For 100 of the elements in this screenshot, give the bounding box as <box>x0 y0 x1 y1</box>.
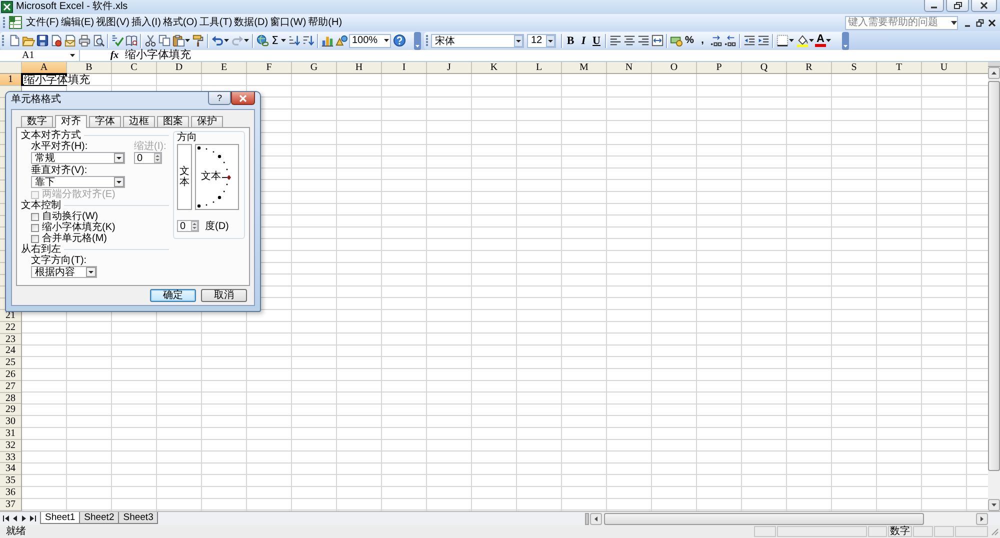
paint-roller-icon[interactable] <box>192 34 204 47</box>
column-header[interactable]: B <box>67 62 112 73</box>
help-button[interactable]: ? <box>208 92 231 105</box>
row-header[interactable]: 28 <box>0 392 21 404</box>
column-header[interactable]: R <box>787 62 832 73</box>
degrees-spinner[interactable]: 0 <box>177 220 199 232</box>
toolbar-grip[interactable] <box>2 34 5 48</box>
sort-descending-icon[interactable] <box>302 34 314 47</box>
merge-center-icon[interactable] <box>650 34 664 47</box>
row-header[interactable]: 24 <box>0 345 21 358</box>
minimize-button[interactable] <box>924 0 944 12</box>
dialog-tab[interactable]: 保护 <box>191 116 223 127</box>
font-name-field[interactable]: 宋体 <box>431 34 524 48</box>
close-button[interactable] <box>971 0 997 12</box>
scroll-left-icon[interactable] <box>590 512 602 524</box>
insert-function-button[interactable]: fx <box>108 50 121 61</box>
row-header[interactable]: 32 <box>0 440 21 452</box>
column-header[interactable]: C <box>112 62 157 73</box>
print-preview-icon[interactable] <box>92 34 104 47</box>
paint-bucket-icon[interactable] <box>796 34 808 47</box>
column-header[interactable]: F <box>247 62 292 73</box>
vertical-text-button[interactable]: 文本 <box>177 144 192 210</box>
menu-item[interactable]: 工具(T) <box>198 15 234 30</box>
menu-item[interactable]: 文件(F) <box>25 15 60 30</box>
dialog-tab[interactable]: 图案 <box>157 116 189 127</box>
next-icon[interactable] <box>20 514 28 523</box>
restore-icon[interactable] <box>976 18 984 26</box>
horizontal-scrollbar[interactable] <box>590 512 988 524</box>
column-header[interactable]: J <box>427 62 472 73</box>
row-header[interactable]: 31 <box>0 428 21 440</box>
column-header[interactable]: U <box>922 62 967 73</box>
undo-icon[interactable] <box>210 34 224 47</box>
email-icon[interactable] <box>64 34 76 47</box>
scroll-right-icon[interactable] <box>976 512 988 524</box>
decimal-decrease-icon[interactable] <box>724 34 736 47</box>
caret-icon[interactable] <box>185 39 190 42</box>
globe-link-icon[interactable] <box>256 34 268 47</box>
close-button[interactable] <box>231 92 255 105</box>
sheet-tab[interactable]: Sheet2 <box>79 512 120 524</box>
scroll-up-icon[interactable] <box>988 67 1000 79</box>
save-icon[interactable] <box>36 34 48 47</box>
dialog-tab[interactable]: 对齐 <box>55 115 87 128</box>
column-header[interactable]: T <box>877 62 922 73</box>
checkbox[interactable] <box>31 212 39 220</box>
row-header[interactable]: 22 <box>0 322 21 334</box>
caret-icon[interactable] <box>70 54 75 57</box>
spell-check-icon[interactable] <box>110 34 124 47</box>
row-header[interactable]: 26 <box>0 368 21 381</box>
column-header[interactable]: N <box>607 62 652 73</box>
column-header[interactable]: I <box>382 62 427 73</box>
increase-indent-icon[interactable] <box>756 34 770 47</box>
column-header[interactable]: O <box>652 62 697 73</box>
align-left-icon[interactable] <box>608 34 622 47</box>
print-icon[interactable] <box>78 34 90 47</box>
tab-split-handle[interactable] <box>585 512 589 524</box>
underline-button[interactable]: U <box>590 34 603 48</box>
row-header[interactable]: 23 <box>0 334 21 346</box>
dialog-tab[interactable]: 字体 <box>89 116 121 127</box>
bold-button[interactable]: B <box>564 34 577 48</box>
row-header[interactable]: 25 <box>0 357 21 369</box>
font-size-field[interactable]: 12 <box>527 34 556 48</box>
sort-ascending-icon[interactable] <box>288 34 300 47</box>
caret-icon[interactable] <box>281 39 286 42</box>
borders-icon[interactable] <box>776 34 788 47</box>
spreadsheet-icon[interactable] <box>9 16 22 29</box>
cut-icon[interactable] <box>144 34 156 47</box>
toolbar-options-icon[interactable] <box>842 32 849 50</box>
row-header[interactable]: 30 <box>0 416 21 428</box>
row-header[interactable]: 29 <box>0 404 21 416</box>
caret-icon[interactable] <box>809 39 814 42</box>
last-icon[interactable] <box>29 514 37 523</box>
caret-icon[interactable] <box>384 39 389 42</box>
menu-item[interactable]: 视图(V) <box>95 15 130 30</box>
first-icon[interactable] <box>2 514 10 523</box>
menu-item[interactable]: 窗口(W) <box>269 15 308 30</box>
zoom-field[interactable]: 100% <box>349 34 391 48</box>
row-header[interactable]: 34 <box>0 463 21 476</box>
previous-icon[interactable] <box>11 514 19 523</box>
row-header[interactable]: 35 <box>0 475 21 487</box>
document-seal-icon[interactable] <box>50 34 62 47</box>
bar-chart-icon[interactable] <box>320 34 334 47</box>
column-header[interactable]: P <box>697 62 742 73</box>
book-icon[interactable] <box>124 34 138 47</box>
row-header[interactable]: 36 <box>0 486 21 499</box>
toolbar-grip[interactable] <box>426 34 429 48</box>
caret-icon[interactable] <box>789 39 794 42</box>
column-header[interactable]: L <box>517 62 562 73</box>
column-header[interactable]: D <box>157 62 202 73</box>
column-header[interactable]: Q <box>742 62 787 73</box>
menu-item[interactable]: 插入(I) <box>130 15 162 30</box>
comma-style-button[interactable]: , <box>696 34 709 48</box>
row-header[interactable]: 1 <box>0 74 21 86</box>
column-header[interactable]: S <box>832 62 877 73</box>
resize-grip-icon[interactable] <box>990 527 999 536</box>
sheet-tab[interactable]: Sheet3 <box>118 512 158 524</box>
caret-icon[interactable] <box>224 39 229 42</box>
checkbox-label[interactable]: 自动换行(W) <box>42 211 98 222</box>
italic-button[interactable]: I <box>577 34 590 48</box>
orientation-dial[interactable]: 文本 <box>195 144 239 210</box>
sheet-tab[interactable]: Sheet1 <box>40 512 80 524</box>
